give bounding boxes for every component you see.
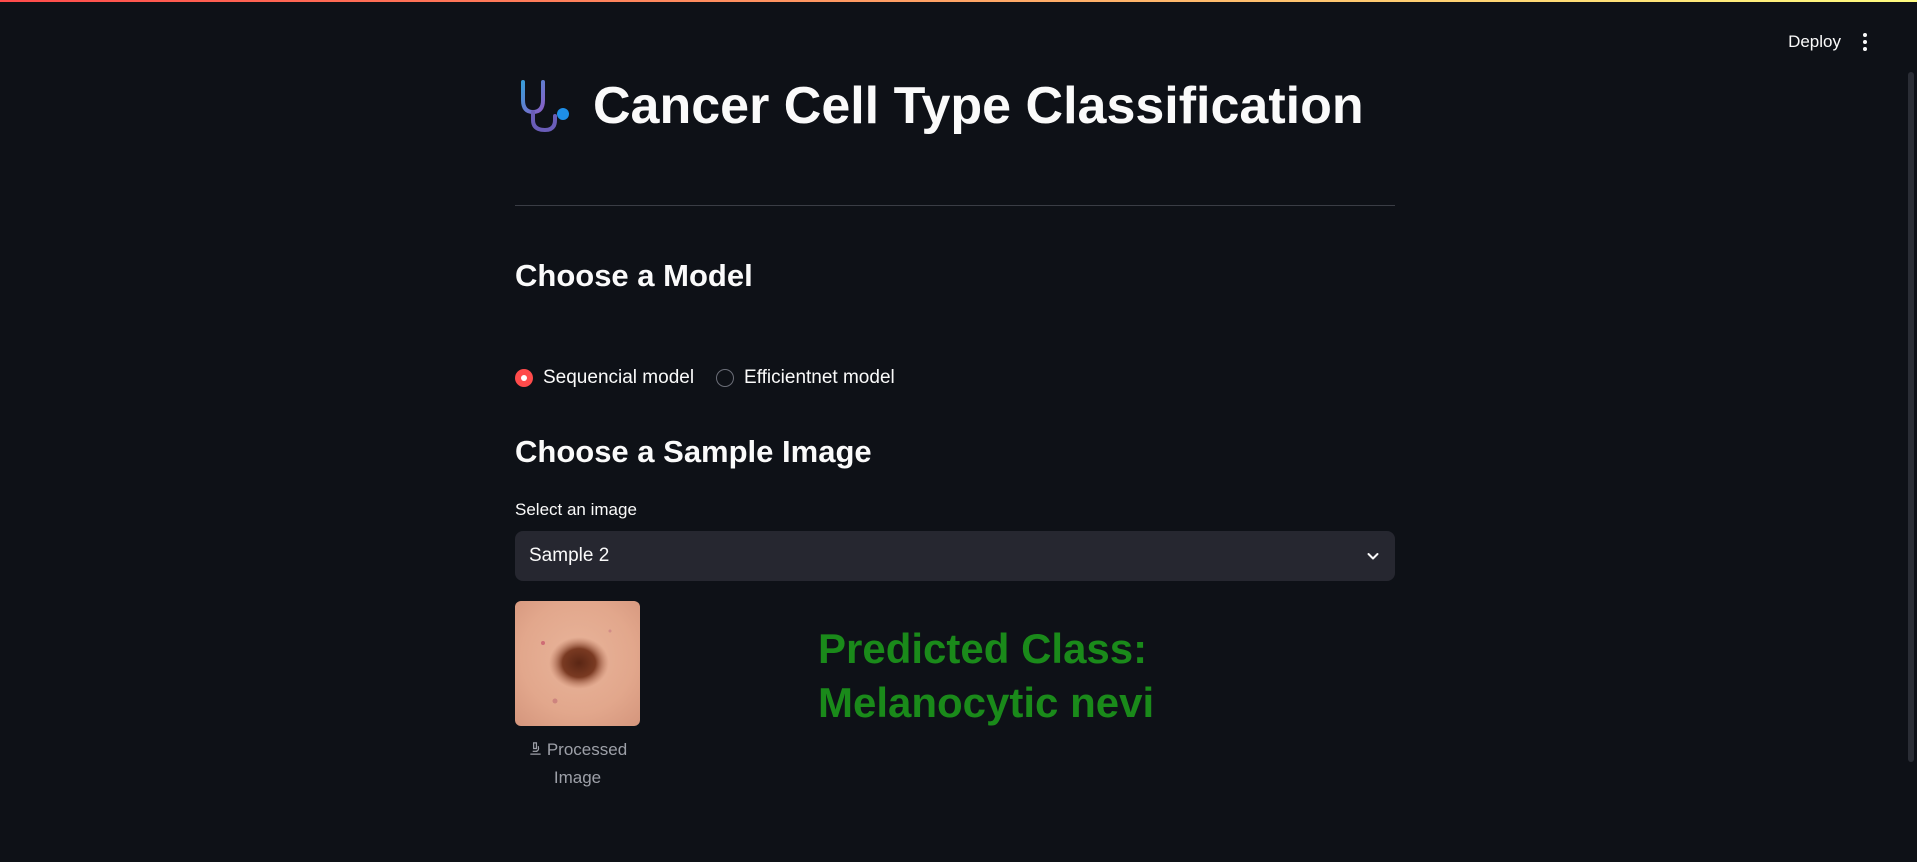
image-select[interactable]: Sample 2: [515, 531, 1395, 581]
app-header: Deploy: [1617, 0, 1917, 86]
skin-lesion-image: [515, 601, 640, 726]
title-row: Cancer Cell Type Classification: [515, 76, 1364, 136]
divider: [515, 205, 1395, 206]
vertical-dots-icon[interactable]: [1853, 30, 1877, 54]
radio-label: Sequencial model: [543, 367, 695, 388]
radio-label: Efficientnet model: [744, 367, 895, 388]
processed-image-block: Processed Image: [515, 601, 640, 792]
prediction-class: Melanocytic nevi: [818, 679, 1155, 726]
radio-selected-indicator[interactable]: [515, 369, 533, 387]
sample-section-heading: Choose a Sample Image: [515, 434, 872, 469]
radio-option-efficientnet[interactable]: Efficientnet model: [716, 367, 895, 389]
model-section-heading: Choose a Model: [515, 258, 753, 293]
stethoscope-icon: [521, 80, 569, 133]
radio-unselected-indicator[interactable]: [716, 369, 735, 387]
image-caption: Processed Image: [515, 736, 640, 792]
prediction-result: Predicted Class: Melanocytic nevi: [818, 622, 1218, 730]
select-value: Sample 2: [529, 545, 610, 566]
page-scrollbar[interactable]: [1908, 72, 1914, 762]
radio-option-sequencial[interactable]: Sequencial model: [515, 367, 694, 389]
chevron-down-icon[interactable]: [1365, 548, 1381, 564]
select-label: Select an image: [515, 500, 637, 519]
microscope-icon: [530, 742, 541, 755]
model-radio-group: Sequencial model Efficientnet model: [515, 367, 917, 389]
prediction-label: Predicted Class:: [818, 625, 1148, 672]
caption-line-1: Processed: [546, 740, 628, 759]
caption-line-2: Image: [553, 768, 602, 787]
deploy-button[interactable]: Deploy: [1782, 28, 1847, 56]
page-title: Cancer Cell Type Classification: [593, 77, 1364, 135]
